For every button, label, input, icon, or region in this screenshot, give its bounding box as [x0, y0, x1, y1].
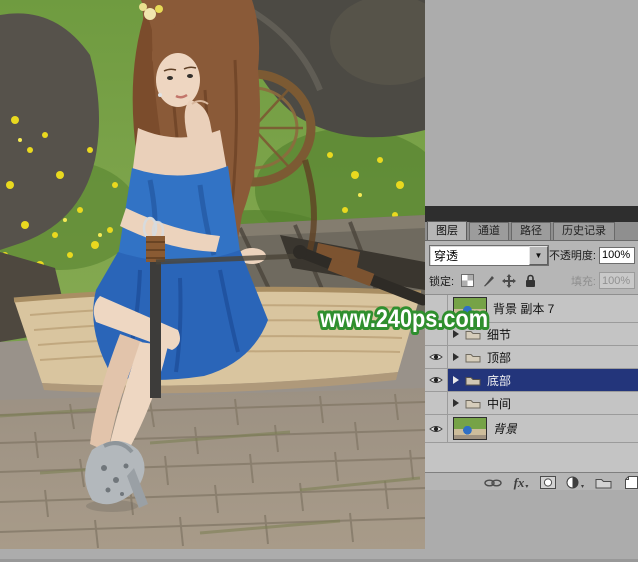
- layer-row-middle-group[interactable]: 中间: [425, 392, 638, 415]
- layer-list-empty-area: [425, 443, 638, 472]
- chevron-down-icon[interactable]: ▼: [528, 245, 548, 265]
- layer-row-bg-copy-7[interactable]: 背景 副本 7: [425, 295, 638, 323]
- layer-row-detail-group[interactable]: 细节: [425, 323, 638, 346]
- visibility-toggle[interactable]: [425, 392, 448, 414]
- blend-mode-row: 穿透 ▼ 不透明度: 100%: [425, 241, 638, 268]
- tab-layers[interactable]: 图层: [427, 221, 467, 240]
- layer-style-fx-icon[interactable]: fx ▾: [511, 475, 531, 490]
- layer-name[interactable]: 细节: [487, 326, 511, 343]
- group-folder-icon: [465, 331, 481, 340]
- opacity-label: 不透明度:: [548, 250, 596, 262]
- eye-icon: [429, 377, 443, 383]
- blend-mode-value: 穿透: [434, 248, 459, 263]
- opacity-input[interactable]: 100%: [599, 246, 635, 264]
- layer-name[interactable]: 底部: [487, 372, 511, 389]
- photoshop-window: { "canvas": { "watermark": "www.240ps.co…: [0, 0, 638, 562]
- layer-row-background[interactable]: 背景: [425, 415, 638, 443]
- eye-icon: [429, 425, 443, 432]
- layer-name[interactable]: 中间: [487, 395, 511, 412]
- expand-triangle-icon[interactable]: [453, 399, 459, 407]
- lock-all-icon[interactable]: [523, 274, 537, 288]
- tab-paths[interactable]: 路径: [511, 222, 551, 240]
- layers-panel: 图层 通道 路径 历史记录 穿透 ▼ 不透明度: 100% 锁定: 填充: 10…: [425, 206, 638, 490]
- layer-list: 背景 副本 7 细节 顶部 底部 中间 背景: [425, 295, 638, 472]
- layer-row-top-group[interactable]: 顶部: [425, 346, 638, 369]
- panel-title-strip: [425, 206, 638, 222]
- panel-tab-bar: 图层 通道 路径 历史记录: [425, 221, 638, 241]
- link-layers-icon[interactable]: [483, 475, 503, 490]
- expand-triangle-icon[interactable]: [453, 353, 459, 361]
- visibility-toggle[interactable]: [425, 369, 448, 391]
- fill-label: 填充:: [570, 275, 596, 288]
- lock-label: 锁定:: [429, 275, 455, 288]
- layer-name[interactable]: 背景: [493, 420, 517, 437]
- layer-name[interactable]: 背景 副本 7: [493, 300, 554, 317]
- layer-thumbnail[interactable]: [453, 297, 487, 320]
- layers-panel-footer: fx ▾ ▾: [425, 472, 638, 490]
- fill-input: 100%: [599, 272, 635, 289]
- lock-row: 锁定: 填充: 100%: [425, 268, 638, 295]
- eye-icon: [429, 354, 443, 360]
- new-group-icon[interactable]: [593, 475, 613, 490]
- new-adjustment-layer-icon[interactable]: ▾: [565, 475, 585, 490]
- group-folder-icon: [465, 354, 481, 363]
- visibility-toggle[interactable]: [425, 323, 448, 345]
- lock-position-icon[interactable]: [502, 273, 517, 288]
- group-folder-icon: [465, 377, 481, 386]
- add-layer-mask-icon[interactable]: [538, 475, 558, 490]
- photo-illustration: [0, 0, 425, 549]
- new-layer-icon[interactable]: [621, 475, 638, 490]
- tab-history[interactable]: 历史记录: [553, 222, 615, 240]
- blend-mode-select[interactable]: 穿透 ▼: [429, 244, 549, 266]
- lock-pixels-icon[interactable]: [481, 274, 495, 288]
- expand-triangle-icon[interactable]: [453, 376, 459, 384]
- expand-triangle-icon[interactable]: [453, 330, 459, 338]
- layer-name[interactable]: 顶部: [487, 349, 511, 366]
- group-folder-icon: [465, 400, 481, 409]
- visibility-toggle[interactable]: [425, 295, 448, 322]
- lock-transparency-icon[interactable]: [460, 274, 474, 288]
- tab-channels[interactable]: 通道: [469, 222, 509, 240]
- visibility-toggle[interactable]: [425, 415, 448, 442]
- layer-row-bottom-group-selected[interactable]: 底部: [425, 369, 638, 392]
- photo-canvas[interactable]: [0, 0, 425, 549]
- layer-thumbnail[interactable]: [453, 417, 487, 440]
- visibility-toggle[interactable]: [425, 346, 448, 368]
